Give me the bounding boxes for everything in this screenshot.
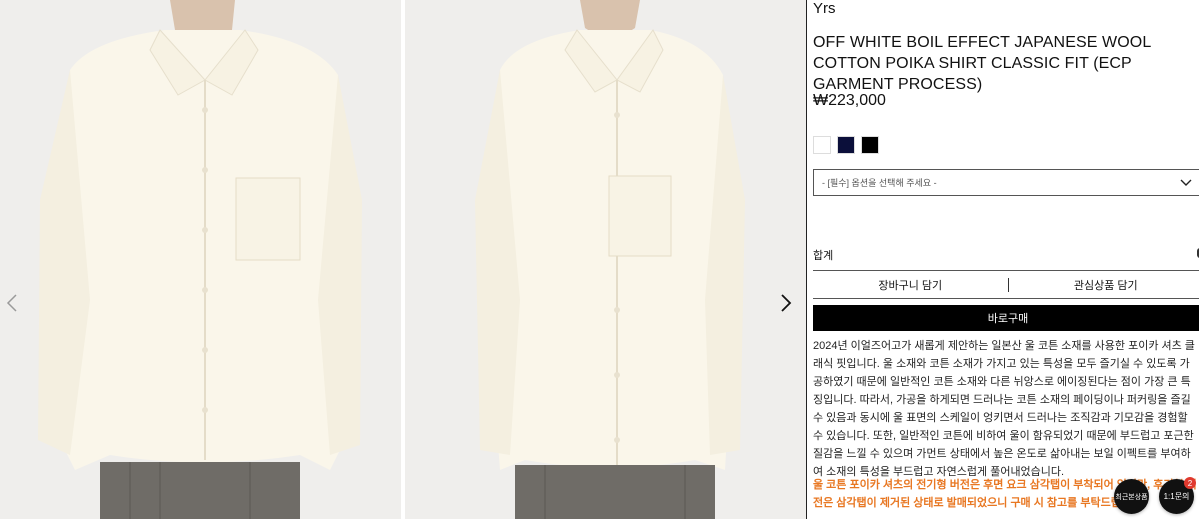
product-title: OFF WHITE BOIL EFFECT JAPANESE WOOL COTT…	[813, 34, 1151, 93]
chevron-down-icon	[1180, 179, 1192, 186]
column-divider	[806, 0, 807, 519]
brand-name: Yrs	[813, 0, 836, 17]
option-select[interactable]: - [필수] 옵션을 선택해 주세요 -	[813, 169, 1199, 196]
action-row: 장바구니 담기 관심상품 담기	[813, 272, 1199, 298]
product-price: ₩223,000	[813, 92, 886, 109]
chevron-right-icon	[781, 294, 792, 312]
recent-products-button[interactable]: 최근본상품	[1114, 479, 1149, 514]
divider-bottom	[813, 298, 1199, 299]
buy-now-button[interactable]: 바로구매	[813, 305, 1199, 331]
swatch-white[interactable]	[813, 136, 831, 154]
option-placeholder: - [필수] 옵션을 선택해 주세요 -	[822, 178, 937, 188]
swatch-navy[interactable]	[837, 136, 855, 154]
add-to-cart-button[interactable]: 장바구니 담기	[813, 277, 1008, 293]
chat-badge: 2	[1184, 477, 1196, 489]
gallery-prev-button[interactable]	[0, 288, 24, 318]
gallery-next-button[interactable]	[774, 288, 798, 318]
add-to-wishlist-button[interactable]: 관심상품 담기	[1009, 277, 1199, 293]
total-label: 합계	[813, 250, 834, 262]
product-photo-side	[405, 0, 806, 519]
product-description: 2024년 이얼즈어고가 새롭게 제안하는 일본산 울 코튼 소재를 사용한 포…	[813, 340, 1195, 478]
product-gallery	[0, 0, 806, 519]
divider-top	[813, 270, 1199, 271]
chevron-left-icon	[6, 294, 17, 312]
color-swatches	[813, 136, 879, 154]
swatch-black[interactable]	[861, 136, 879, 154]
product-info: Yrs OFF WHITE BOIL EFFECT JAPANESE WOOL …	[813, 0, 1199, 519]
product-photo-front	[0, 0, 401, 519]
